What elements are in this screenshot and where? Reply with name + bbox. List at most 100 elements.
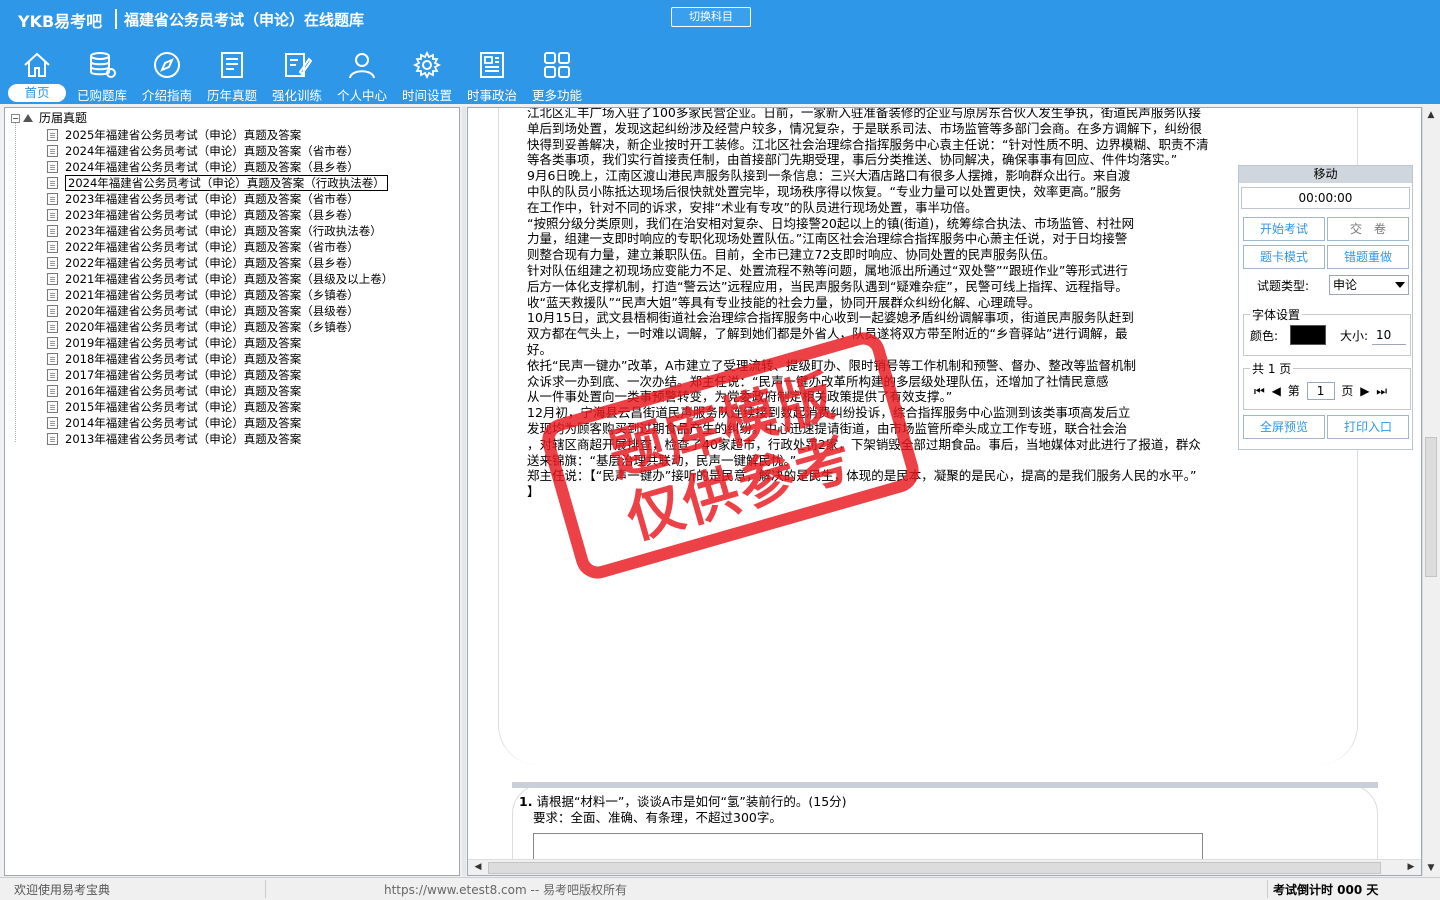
fullscreen-preview-button[interactable]: 全屏预览 (1243, 415, 1325, 439)
document-icon (47, 385, 58, 397)
page-number-input[interactable]: 1 (1306, 382, 1335, 400)
scroll-left-icon[interactable]: ◀ (471, 862, 485, 872)
tree-item[interactable]: 2014年福建省公务员考试（申论）真题及答案 (45, 415, 393, 431)
toolbar-training[interactable]: 强化训练 (266, 46, 328, 104)
toolbar-time-settings[interactable]: 时间设置 (396, 46, 458, 104)
document-icon (47, 289, 58, 301)
tree-item-label: 2023年福建省公务员考试（申论）真题及答案（行政执法卷） (65, 224, 382, 238)
status-divider (1267, 880, 1268, 898)
output-button-row: 全屏预览 打印入口 (1243, 415, 1409, 441)
tree-item[interactable]: 2021年福建省公务员考试（申论）真题及答案（乡镇卷） (45, 287, 393, 303)
tree-item[interactable]: 2022年福建省公务员考试（申论）真题及答案（县乡卷） (45, 255, 393, 271)
newspaper-icon (480, 52, 504, 78)
print-button[interactable]: 打印入口 (1327, 415, 1409, 439)
toolbar-more[interactable]: 更多功能 (526, 46, 588, 104)
toolbar-current-affairs[interactable]: 时事政治 (461, 46, 523, 104)
tree-item[interactable]: 2025年福建省公务员考试（申论）真题及答案 (45, 127, 393, 143)
page-prefix: 第 (1287, 384, 1300, 398)
card-mode-button[interactable]: 题卡模式 (1243, 245, 1325, 269)
scroll-down-icon[interactable]: ▼ (1425, 863, 1437, 873)
tree-item[interactable]: 2021年福建省公务员考试（申论）真题及答案（县级及以上卷） (45, 271, 393, 287)
chevron-down-icon (1395, 282, 1405, 288)
tree-item[interactable]: 2015年福建省公务员考试（申论）真题及答案 (45, 399, 393, 415)
copyright-text: https://www.etest8.com -- 易考吧版权所有 (384, 883, 627, 897)
tree-item[interactable]: 2020年福建省公务员考试（申论）真题及答案（乡镇卷） (45, 319, 393, 335)
tree-item[interactable]: 2016年福建省公务员考试（申论）真题及答案 (45, 383, 393, 399)
toolbar-personal[interactable]: 个人中心 (331, 46, 393, 104)
horizontal-scrollbar[interactable]: ◀ ▶ (468, 859, 1421, 875)
tree-root[interactable]: − 历届真题 (11, 111, 87, 125)
tree-item-label: 2013年福建省公务员考试（申论）真题及答案 (65, 432, 302, 446)
material-line: 收“蓝天救援队”“民声大姐”等具有专业技能的社会力量，协同开展群众纠纷化解、心理… (527, 294, 1041, 310)
last-page-icon[interactable]: ⏭ (1376, 384, 1387, 399)
vertical-scrollbar[interactable]: ▲ ▼ (1422, 107, 1439, 876)
tree-item[interactable]: 2023年福建省公务员考试（申论）真题及答案（省市卷） (45, 191, 393, 207)
tree-item[interactable]: 2024年福建省公务员考试（申论）真题及答案（县乡卷） (45, 159, 393, 175)
document-icon (47, 145, 58, 157)
material-line: 好。 (527, 341, 553, 357)
folder-icon (23, 114, 33, 122)
switch-subject-button[interactable]: 切换科目 (671, 7, 751, 27)
tree-list: 2025年福建省公务员考试（申论）真题及答案 2024年福建省公务员考试（申论）真… (45, 127, 393, 447)
toolbar-label: 强化训练 (271, 88, 322, 103)
toolbar-label: 时间设置 (401, 88, 452, 103)
font-size-input[interactable]: 10 (1372, 325, 1406, 345)
tree-item-label: 2024年福建省公务员考试（申论）真题及答案（省市卷） (65, 144, 359, 158)
horizontal-scroll-thumb[interactable] (488, 862, 1381, 874)
material-line: 9月6日晚上，江南区渡山港民声服务队接到一条信息：三兴大酒店路口有很多人摆摊，影… (527, 168, 1131, 184)
next-page-icon[interactable]: ▶ (1360, 384, 1369, 398)
document-icon (47, 321, 58, 333)
panel-splitter[interactable] (462, 107, 466, 876)
user-icon (349, 53, 375, 79)
size-label: 大小: (1340, 329, 1369, 343)
tree-item[interactable]: 2013年福建省公务员考试（申论）真题及答案 (45, 431, 393, 447)
tree-item[interactable]: 2023年福建省公务员考试（申论）真题及答案（行政执法卷） (45, 223, 393, 239)
tree-item[interactable]: 2020年福建省公务员考试（申论）真题及答案（县级卷） (45, 303, 393, 319)
collapse-icon[interactable]: − (11, 114, 20, 123)
vertical-scroll-thumb[interactable] (1425, 437, 1437, 577)
toolbar-home[interactable]: 首页 (6, 46, 68, 104)
document-icon (47, 305, 58, 317)
tree-item[interactable]: 2023年福建省公务员考试（申论）真题及答案（县乡卷） (45, 207, 393, 223)
tree-item[interactable]: 2024年福建省公务员考试（申论）真题及答案（省市卷） (45, 143, 393, 159)
scroll-right-icon[interactable]: ▶ (1404, 862, 1418, 872)
material-line: 力量，组建一支即时响应的专职化现场处置队伍。”江南区社会治理综合指挥服务中心萧主… (527, 231, 1128, 247)
tree-item-label: 2019年福建省公务员考试（申论）真题及答案 (65, 336, 302, 350)
toolbar-guide[interactable]: 介绍指南 (136, 46, 198, 104)
wrong-redo-button[interactable]: 错题重做 (1327, 245, 1409, 269)
pencil-note-icon (285, 53, 312, 77)
toolbar-label: 时事政治 (466, 88, 517, 103)
control-panel-drag-handle[interactable]: 移动 (1239, 166, 1412, 183)
prev-page-icon[interactable]: ◀ (1272, 384, 1281, 398)
toolbar-purchased[interactable]: 已购题库 (71, 46, 133, 104)
first-page-icon[interactable]: ⏮ (1254, 384, 1265, 399)
tree-item[interactable]: 2022年福建省公务员考试（申论）真题及答案（省市卷） (45, 239, 393, 255)
toolbar-label: 个人中心 (336, 88, 387, 103)
scroll-up-icon[interactable]: ▲ (1425, 110, 1437, 120)
tree-root-label: 历届真题 (39, 111, 88, 125)
start-exam-button[interactable]: 开始考试 (1243, 217, 1325, 241)
font-color-picker[interactable] (1290, 325, 1326, 345)
tree-item[interactable]: 2018年福建省公务员考试（申论）真题及答案 (45, 351, 393, 367)
question-type-select[interactable]: 申论 (1329, 275, 1409, 295)
material-line: 后方一体化支撑机制，打造“警云达”远程应用，当民声服务队遇到“疑难杂症”，民警可… (527, 278, 1128, 294)
tree-item[interactable]: 2017年福建省公务员考试（申论）真题及答案 (45, 367, 393, 383)
tree-item-label: 2022年福建省公务员考试（申论）真题及答案（县乡卷） (65, 256, 359, 270)
material-line: 江北区汇丰广场入驻了100多家民营企业。日前，一家新入驻准备装修的企业与原房东合… (527, 107, 1201, 120)
document-icon (47, 417, 58, 429)
toolbar-past-papers[interactable]: 历年真题 (201, 46, 263, 104)
question-type-row: 试题类型: 申论 (1243, 275, 1409, 295)
page-navigation-group: 共 1 页 ⏮ ◀ 第 1 页 ▶ ⏭ (1243, 360, 1411, 410)
material-line: 郑主任说：【“民声一键办”接听的是民意，解决的是民生，体现的是民本，凝聚的是民心… (527, 468, 1197, 484)
mode-button-row: 题卡模式 错题重做 (1243, 245, 1409, 271)
tree-item[interactable]: 2019年福建省公务员考试（申论）真题及答案 (45, 335, 393, 351)
tree-item-label: 2025年福建省公务员考试（申论）真题及答案 (65, 128, 302, 142)
app-header: YKB易考吧 福建省公务员考试（申论）在线题库 切换科目 首页 已购题库 介绍指… (0, 0, 1440, 104)
document-icon (47, 273, 58, 285)
document-icon (47, 369, 58, 381)
document-icon (47, 337, 58, 349)
tree-item[interactable]: 2024年福建省公务员考试（申论）真题及答案（行政执法卷） (45, 175, 393, 191)
submit-exam-button[interactable]: 交 卷 (1327, 217, 1409, 241)
database-icon (90, 52, 116, 78)
document-icon (47, 193, 58, 205)
